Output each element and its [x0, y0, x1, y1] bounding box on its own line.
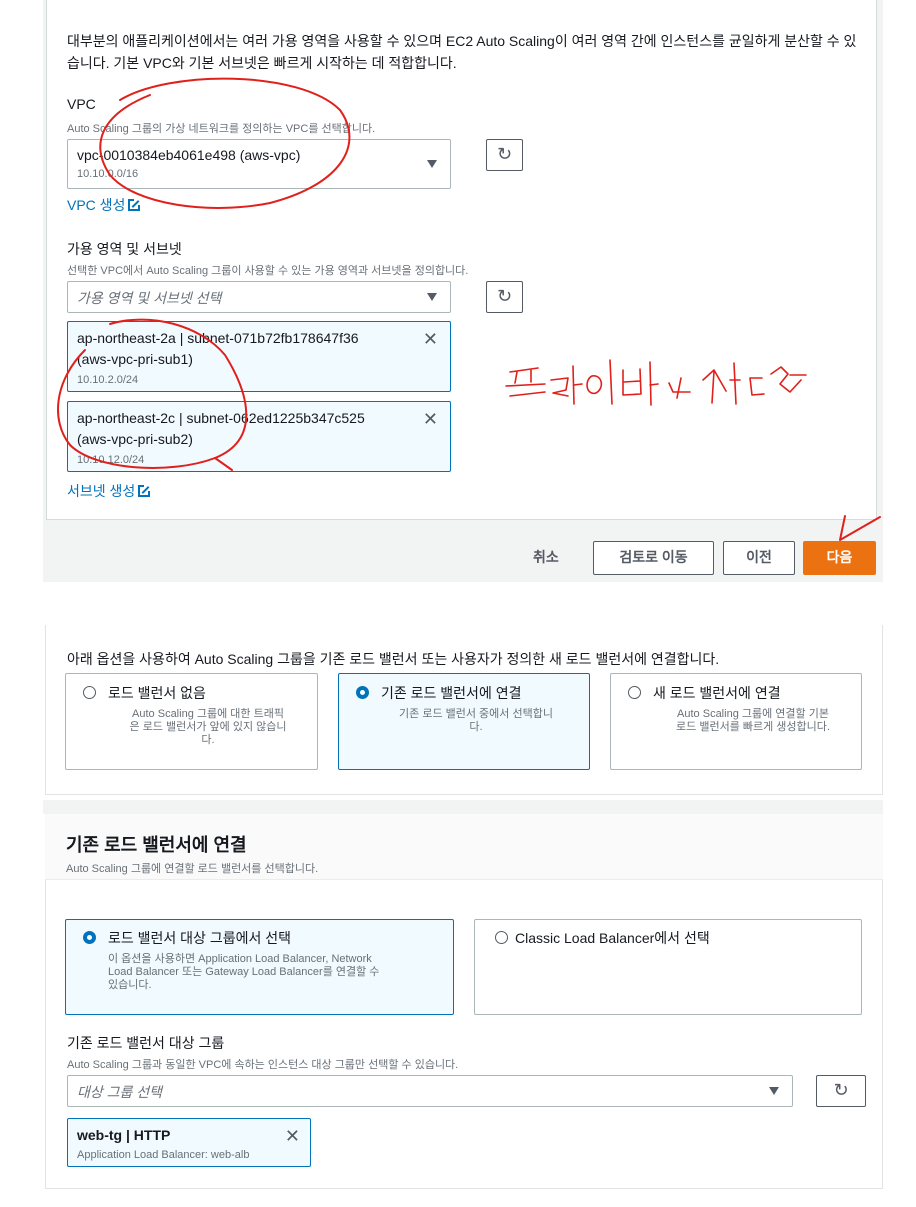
subnet-circle-annotation — [57, 318, 248, 469]
subnet-circle-tail — [214, 457, 233, 471]
next-checkmark-annotation — [839, 515, 881, 541]
handwritten-note-strokes — [505, 359, 807, 406]
handwritten-annotations — [57, 77, 881, 541]
vpc-circle-annotation — [99, 77, 351, 209]
